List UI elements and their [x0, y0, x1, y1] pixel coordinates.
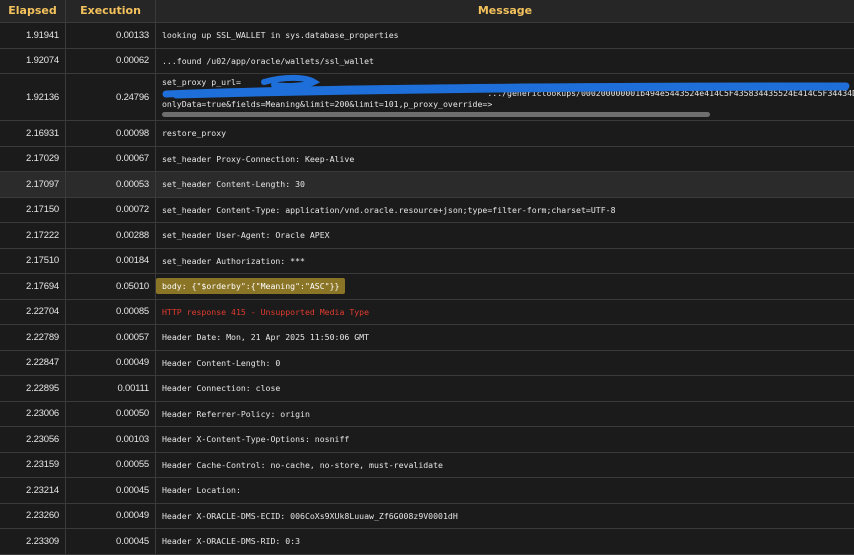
message-cell: set_header User-Agent: Oracle APEX	[162, 230, 330, 241]
elapsed-cell: 2.23006	[0, 401, 66, 426]
table-row[interactable]: 2.23159 0.00055 Header Cache-Control: no…	[0, 452, 854, 478]
elapsed-cell: 2.23159	[0, 452, 66, 477]
execution-cell: 0.00133	[66, 23, 156, 48]
table-row[interactable]: 1.91941 0.00133 looking up SSL_WALLET in…	[0, 23, 854, 49]
message-cell: Header Content-Length: 0	[162, 357, 281, 368]
message-cell: set_header Content-Type: application/vnd…	[162, 204, 616, 215]
table-row-hover[interactable]: 2.17097 0.00053 set_header Content-Lengt…	[0, 172, 854, 198]
message-cell: Header X-ORACLE-DMS-ECID: 006CoXs9XUk8Lu…	[162, 510, 458, 521]
execution-cell: 0.00085	[66, 299, 156, 324]
execution-cell: 0.24796	[66, 74, 156, 120]
grid-header: Elapsed Execution Message	[0, 0, 854, 23]
debug-log-grid: Elapsed Execution Message 1.91941 0.0013…	[0, 0, 854, 555]
table-row[interactable]: 2.16931 0.00098 restore_proxy	[0, 121, 854, 147]
elapsed-cell: 1.91941	[0, 23, 66, 48]
column-header-execution[interactable]: Execution	[66, 0, 156, 22]
elapsed-cell: 1.92136	[0, 74, 66, 120]
execution-cell: 0.00111	[66, 376, 156, 401]
elapsed-cell: 2.17150	[0, 197, 66, 222]
message-line: set_proxy p_url=	[162, 77, 241, 87]
elapsed-cell: 2.17694	[0, 274, 66, 299]
message-line: onlyData=true&fields=Meaning&limit=200&l…	[162, 99, 493, 109]
grid-body: 1.91941 0.00133 looking up SSL_WALLET in…	[0, 23, 854, 555]
execution-cell: 0.00045	[66, 529, 156, 554]
execution-cell: 0.00055	[66, 452, 156, 477]
elapsed-cell: 2.17097	[0, 172, 66, 197]
message-cell: body: {"$orderby":{"Meaning":"ASC"}}	[156, 274, 854, 299]
execution-cell: 0.00049	[66, 503, 156, 528]
message-cell: Header Cache-Control: no-cache, no-store…	[162, 459, 443, 470]
table-row[interactable]: 2.17029 0.00067 set_header Proxy-Connect…	[0, 146, 854, 172]
elapsed-cell: 2.23260	[0, 503, 66, 528]
execution-cell: 0.00050	[66, 401, 156, 426]
message-cell: set_proxy p_url= .../genericlookups/0002…	[156, 74, 854, 120]
table-row[interactable]: 2.22847 0.00049 Header Content-Length: 0	[0, 350, 854, 376]
message-cell: restore_proxy	[162, 128, 227, 139]
message-cell: set_header Proxy-Connection: Keep-Alive	[162, 153, 355, 164]
horizontal-scrollbar[interactable]	[162, 112, 710, 117]
message-cell: Header Connection: close	[162, 383, 281, 394]
table-row[interactable]: 2.22704 0.00085 HTTP response 415 - Unsu…	[0, 299, 854, 325]
message-cell: Header Referrer-Policy: origin	[162, 408, 310, 419]
table-row[interactable]: 2.17694 0.05010 body: {"$orderby":{"Mean…	[0, 274, 854, 300]
table-row[interactable]: 2.23006 0.00050 Header Referrer-Policy: …	[0, 401, 854, 427]
execution-cell: 0.00057	[66, 325, 156, 350]
elapsed-cell: 2.23309	[0, 529, 66, 554]
message-cell: Header X-Content-Type-Options: nosniff	[162, 434, 350, 445]
table-row[interactable]: 2.17510 0.00184 set_header Authorization…	[0, 248, 854, 274]
message-cell: looking up SSL_WALLET in sys.database_pr…	[162, 30, 399, 41]
highlighted-body-text: body: {"$orderby":{"Meaning":"ASC"}}	[156, 278, 346, 295]
execution-cell: 0.00103	[66, 427, 156, 452]
elapsed-cell: 2.22847	[0, 350, 66, 375]
message-cell: Header Location:	[162, 485, 241, 496]
execution-cell: 0.00098	[66, 121, 156, 146]
execution-cell: 0.00288	[66, 223, 156, 248]
table-row[interactable]: 2.22895 0.00111 Header Connection: close	[0, 376, 854, 402]
column-header-message[interactable]: Message	[156, 0, 854, 22]
execution-cell: 0.00045	[66, 478, 156, 503]
table-row[interactable]: 1.92074 0.00062 ...found /u02/app/oracle…	[0, 48, 854, 74]
execution-cell: 0.05010	[66, 274, 156, 299]
execution-cell: 0.00184	[66, 248, 156, 273]
table-row[interactable]: 2.23214 0.00045 Header Location:	[0, 478, 854, 504]
execution-cell: 0.00072	[66, 197, 156, 222]
elapsed-cell: 2.17510	[0, 248, 66, 273]
table-row[interactable]: 2.23260 0.00049 Header X-ORACLE-DMS-ECID…	[0, 503, 854, 529]
elapsed-cell: 2.23214	[0, 478, 66, 503]
execution-cell: 0.00067	[66, 146, 156, 171]
elapsed-cell: 2.22789	[0, 325, 66, 350]
table-row[interactable]: 2.23309 0.00045 Header X-ORACLE-DMS-RID:…	[0, 529, 854, 555]
message-cell: Header X-ORACLE-DMS-RID: 0:3	[162, 536, 301, 547]
elapsed-cell: 2.17029	[0, 146, 66, 171]
message-cell: Header Date: Mon, 21 Apr 2025 11:50:06 G…	[162, 332, 370, 343]
elapsed-cell: 2.23056	[0, 427, 66, 452]
table-row[interactable]: 2.17222 0.00288 set_header User-Agent: O…	[0, 223, 854, 249]
message-cell: set_header Content-Length: 30	[162, 179, 305, 190]
execution-cell: 0.00053	[66, 172, 156, 197]
elapsed-cell: 2.16931	[0, 121, 66, 146]
error-message-cell: HTTP response 415 - Unsupported Media Ty…	[162, 306, 370, 317]
table-row[interactable]: 1.92136 0.24796 set_proxy p_url= .../gen…	[0, 74, 854, 121]
message-cell: ...found /u02/app/oracle/wallets/ssl_wal…	[162, 55, 374, 66]
elapsed-cell: 2.22704	[0, 299, 66, 324]
elapsed-cell: 1.92074	[0, 48, 66, 73]
table-row[interactable]: 2.22789 0.00057 Header Date: Mon, 21 Apr…	[0, 325, 854, 351]
column-header-elapsed[interactable]: Elapsed	[0, 0, 66, 22]
table-row[interactable]: 2.23056 0.00103 Header X-Content-Type-Op…	[0, 427, 854, 453]
execution-cell: 0.00049	[66, 350, 156, 375]
message-cell: set_header Authorization: ***	[162, 255, 305, 266]
elapsed-cell: 2.22895	[0, 376, 66, 401]
elapsed-cell: 2.17222	[0, 223, 66, 248]
message-line: .../genericlookups/000200000001b494e5443…	[162, 88, 854, 98]
execution-cell: 0.00062	[66, 48, 156, 73]
table-row[interactable]: 2.17150 0.00072 set_header Content-Type:…	[0, 197, 854, 223]
